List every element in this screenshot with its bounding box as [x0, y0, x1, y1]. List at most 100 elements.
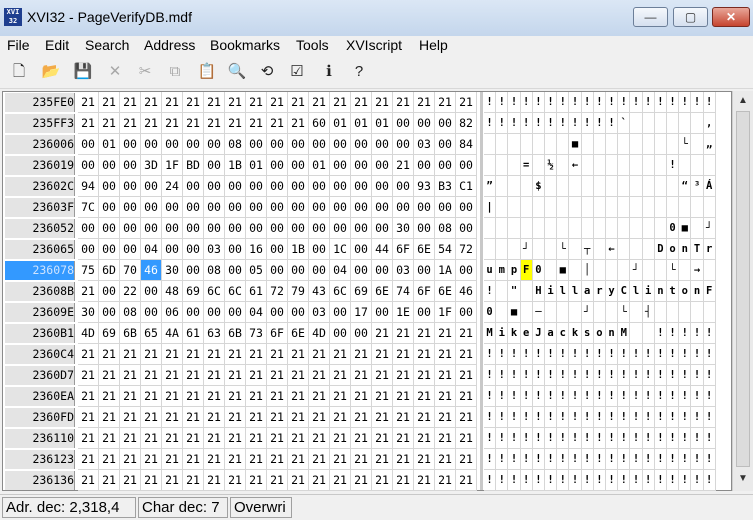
char-cell[interactable]: !	[691, 470, 704, 491]
char-cell[interactable]	[569, 197, 582, 218]
char-cell[interactable]: !	[496, 365, 509, 386]
hex-byte-cell[interactable]: 00	[351, 218, 372, 239]
hex-byte-cell[interactable]: 21	[183, 470, 204, 491]
char-cell[interactable]: !	[508, 428, 521, 449]
hex-byte-cell[interactable]: 21	[456, 92, 477, 113]
hex-byte-cell[interactable]: 3D	[141, 155, 162, 176]
char-cell[interactable]	[691, 302, 704, 323]
hex-byte-cell[interactable]: 01	[330, 113, 351, 134]
char-cell[interactable]: l	[630, 281, 643, 302]
char-cell[interactable]: !	[691, 449, 704, 470]
char-cell[interactable]: !	[593, 407, 606, 428]
char-cell[interactable]: 0	[484, 302, 497, 323]
char-cell[interactable]: !	[618, 365, 631, 386]
hex-byte-cell[interactable]: 21	[183, 365, 204, 386]
hex-byte-cell[interactable]: 00	[351, 176, 372, 197]
char-cell[interactable]: └	[557, 239, 570, 260]
char-cell[interactable]: !	[642, 365, 655, 386]
hex-byte-cell[interactable]: 69	[183, 281, 204, 302]
hex-byte-cell[interactable]: 21	[330, 407, 351, 428]
hex-byte-cell[interactable]: 22	[120, 281, 141, 302]
hex-byte-cell[interactable]: 21	[456, 323, 477, 344]
hex-byte-cell[interactable]: 6D	[99, 260, 120, 281]
hex-byte-cell[interactable]: 00	[183, 239, 204, 260]
char-cell[interactable]: !	[667, 344, 680, 365]
hex-byte-cell[interactable]: 00	[78, 218, 99, 239]
char-cell[interactable]: !	[630, 470, 643, 491]
hex-byte-cell[interactable]: 21	[183, 113, 204, 134]
hex-byte-cell[interactable]: 69	[99, 323, 120, 344]
menu-bookmarks[interactable]: Bookmarks	[210, 37, 280, 53]
hex-byte-cell[interactable]: 00	[435, 134, 456, 155]
hex-byte-cell[interactable]: 21	[351, 365, 372, 386]
hex-byte-cell[interactable]: 21	[435, 449, 456, 470]
hex-byte-cell[interactable]: 21	[141, 365, 162, 386]
hex-byte-cell[interactable]: 00	[120, 218, 141, 239]
char-cell[interactable]: !	[532, 470, 545, 491]
char-cell[interactable]	[484, 155, 497, 176]
char-cell[interactable]	[508, 155, 521, 176]
char-cell[interactable]	[581, 155, 594, 176]
hex-byte-cell[interactable]: 1E	[393, 302, 414, 323]
hex-byte-cell[interactable]: 21	[141, 344, 162, 365]
hex-byte-cell[interactable]: 00	[456, 218, 477, 239]
hex-byte-cell[interactable]: 21	[78, 407, 99, 428]
char-cell[interactable]: $	[532, 176, 545, 197]
char-cell[interactable]: !	[520, 365, 533, 386]
char-cell[interactable]	[654, 260, 667, 281]
hex-byte-cell[interactable]: 00	[225, 218, 246, 239]
address-cell[interactable]: 236110	[5, 429, 75, 448]
hex-byte-cell[interactable]: 21	[309, 449, 330, 470]
hex-byte-cell[interactable]: 21	[141, 386, 162, 407]
char-cell[interactable]: ─	[532, 302, 545, 323]
hex-byte-cell[interactable]: 21	[162, 449, 183, 470]
char-cell[interactable]: o	[667, 239, 680, 260]
hex-byte-cell[interactable]: 30	[393, 218, 414, 239]
hex-byte-cell[interactable]: 00	[414, 218, 435, 239]
char-cell[interactable]: !	[679, 365, 692, 386]
hex-byte-cell[interactable]: 21	[141, 470, 162, 491]
char-cell[interactable]: !	[581, 344, 594, 365]
char-cell[interactable]: !	[496, 113, 509, 134]
hex-byte-cell[interactable]: 00	[204, 218, 225, 239]
char-cell[interactable]	[642, 176, 655, 197]
char-cell[interactable]	[642, 218, 655, 239]
hex-byte-cell[interactable]: 00	[267, 176, 288, 197]
hex-byte-cell[interactable]: 00	[141, 281, 162, 302]
char-cell[interactable]: !	[618, 428, 631, 449]
hex-byte-cell[interactable]: 21	[309, 428, 330, 449]
hex-byte-cell[interactable]: 21	[288, 407, 309, 428]
hex-byte-cell[interactable]: 21	[246, 365, 267, 386]
hex-byte-cell[interactable]: 4D	[309, 323, 330, 344]
hex-byte-cell[interactable]: 21	[225, 449, 246, 470]
address-cell[interactable]: 2360EA	[5, 387, 75, 406]
hex-byte-cell[interactable]: 04	[246, 302, 267, 323]
char-cell[interactable]: !	[581, 428, 594, 449]
hex-byte-cell[interactable]: 21	[162, 470, 183, 491]
hex-byte-cell[interactable]: 21	[372, 470, 393, 491]
char-cell[interactable]: !	[630, 428, 643, 449]
char-cell[interactable]	[642, 113, 655, 134]
hex-byte-cell[interactable]: 21	[288, 344, 309, 365]
hex-byte-cell[interactable]: 00	[99, 218, 120, 239]
char-cell[interactable]	[606, 176, 619, 197]
char-cell[interactable]: 0	[667, 218, 680, 239]
char-cell[interactable]: !	[508, 470, 521, 491]
char-cell[interactable]	[496, 302, 509, 323]
hex-byte-cell[interactable]: 00	[330, 323, 351, 344]
char-cell[interactable]	[508, 218, 521, 239]
hex-byte-cell[interactable]: 21	[456, 365, 477, 386]
hex-byte-cell[interactable]: 00	[267, 260, 288, 281]
hex-byte-cell[interactable]: 21	[120, 92, 141, 113]
hex-byte-cell[interactable]: 21	[183, 428, 204, 449]
hex-byte-cell[interactable]: 00	[288, 197, 309, 218]
char-cell[interactable]: =	[520, 155, 533, 176]
hex-byte-cell[interactable]: 00	[183, 197, 204, 218]
char-cell[interactable]: a	[581, 281, 594, 302]
hex-byte-cell[interactable]: 00	[204, 302, 225, 323]
hex-byte-cell[interactable]: 06	[162, 302, 183, 323]
char-cell[interactable]	[557, 197, 570, 218]
hex-byte-cell[interactable]: 00	[246, 197, 267, 218]
hex-byte-cell[interactable]: 21	[351, 92, 372, 113]
hex-byte-cell[interactable]: 00	[225, 197, 246, 218]
